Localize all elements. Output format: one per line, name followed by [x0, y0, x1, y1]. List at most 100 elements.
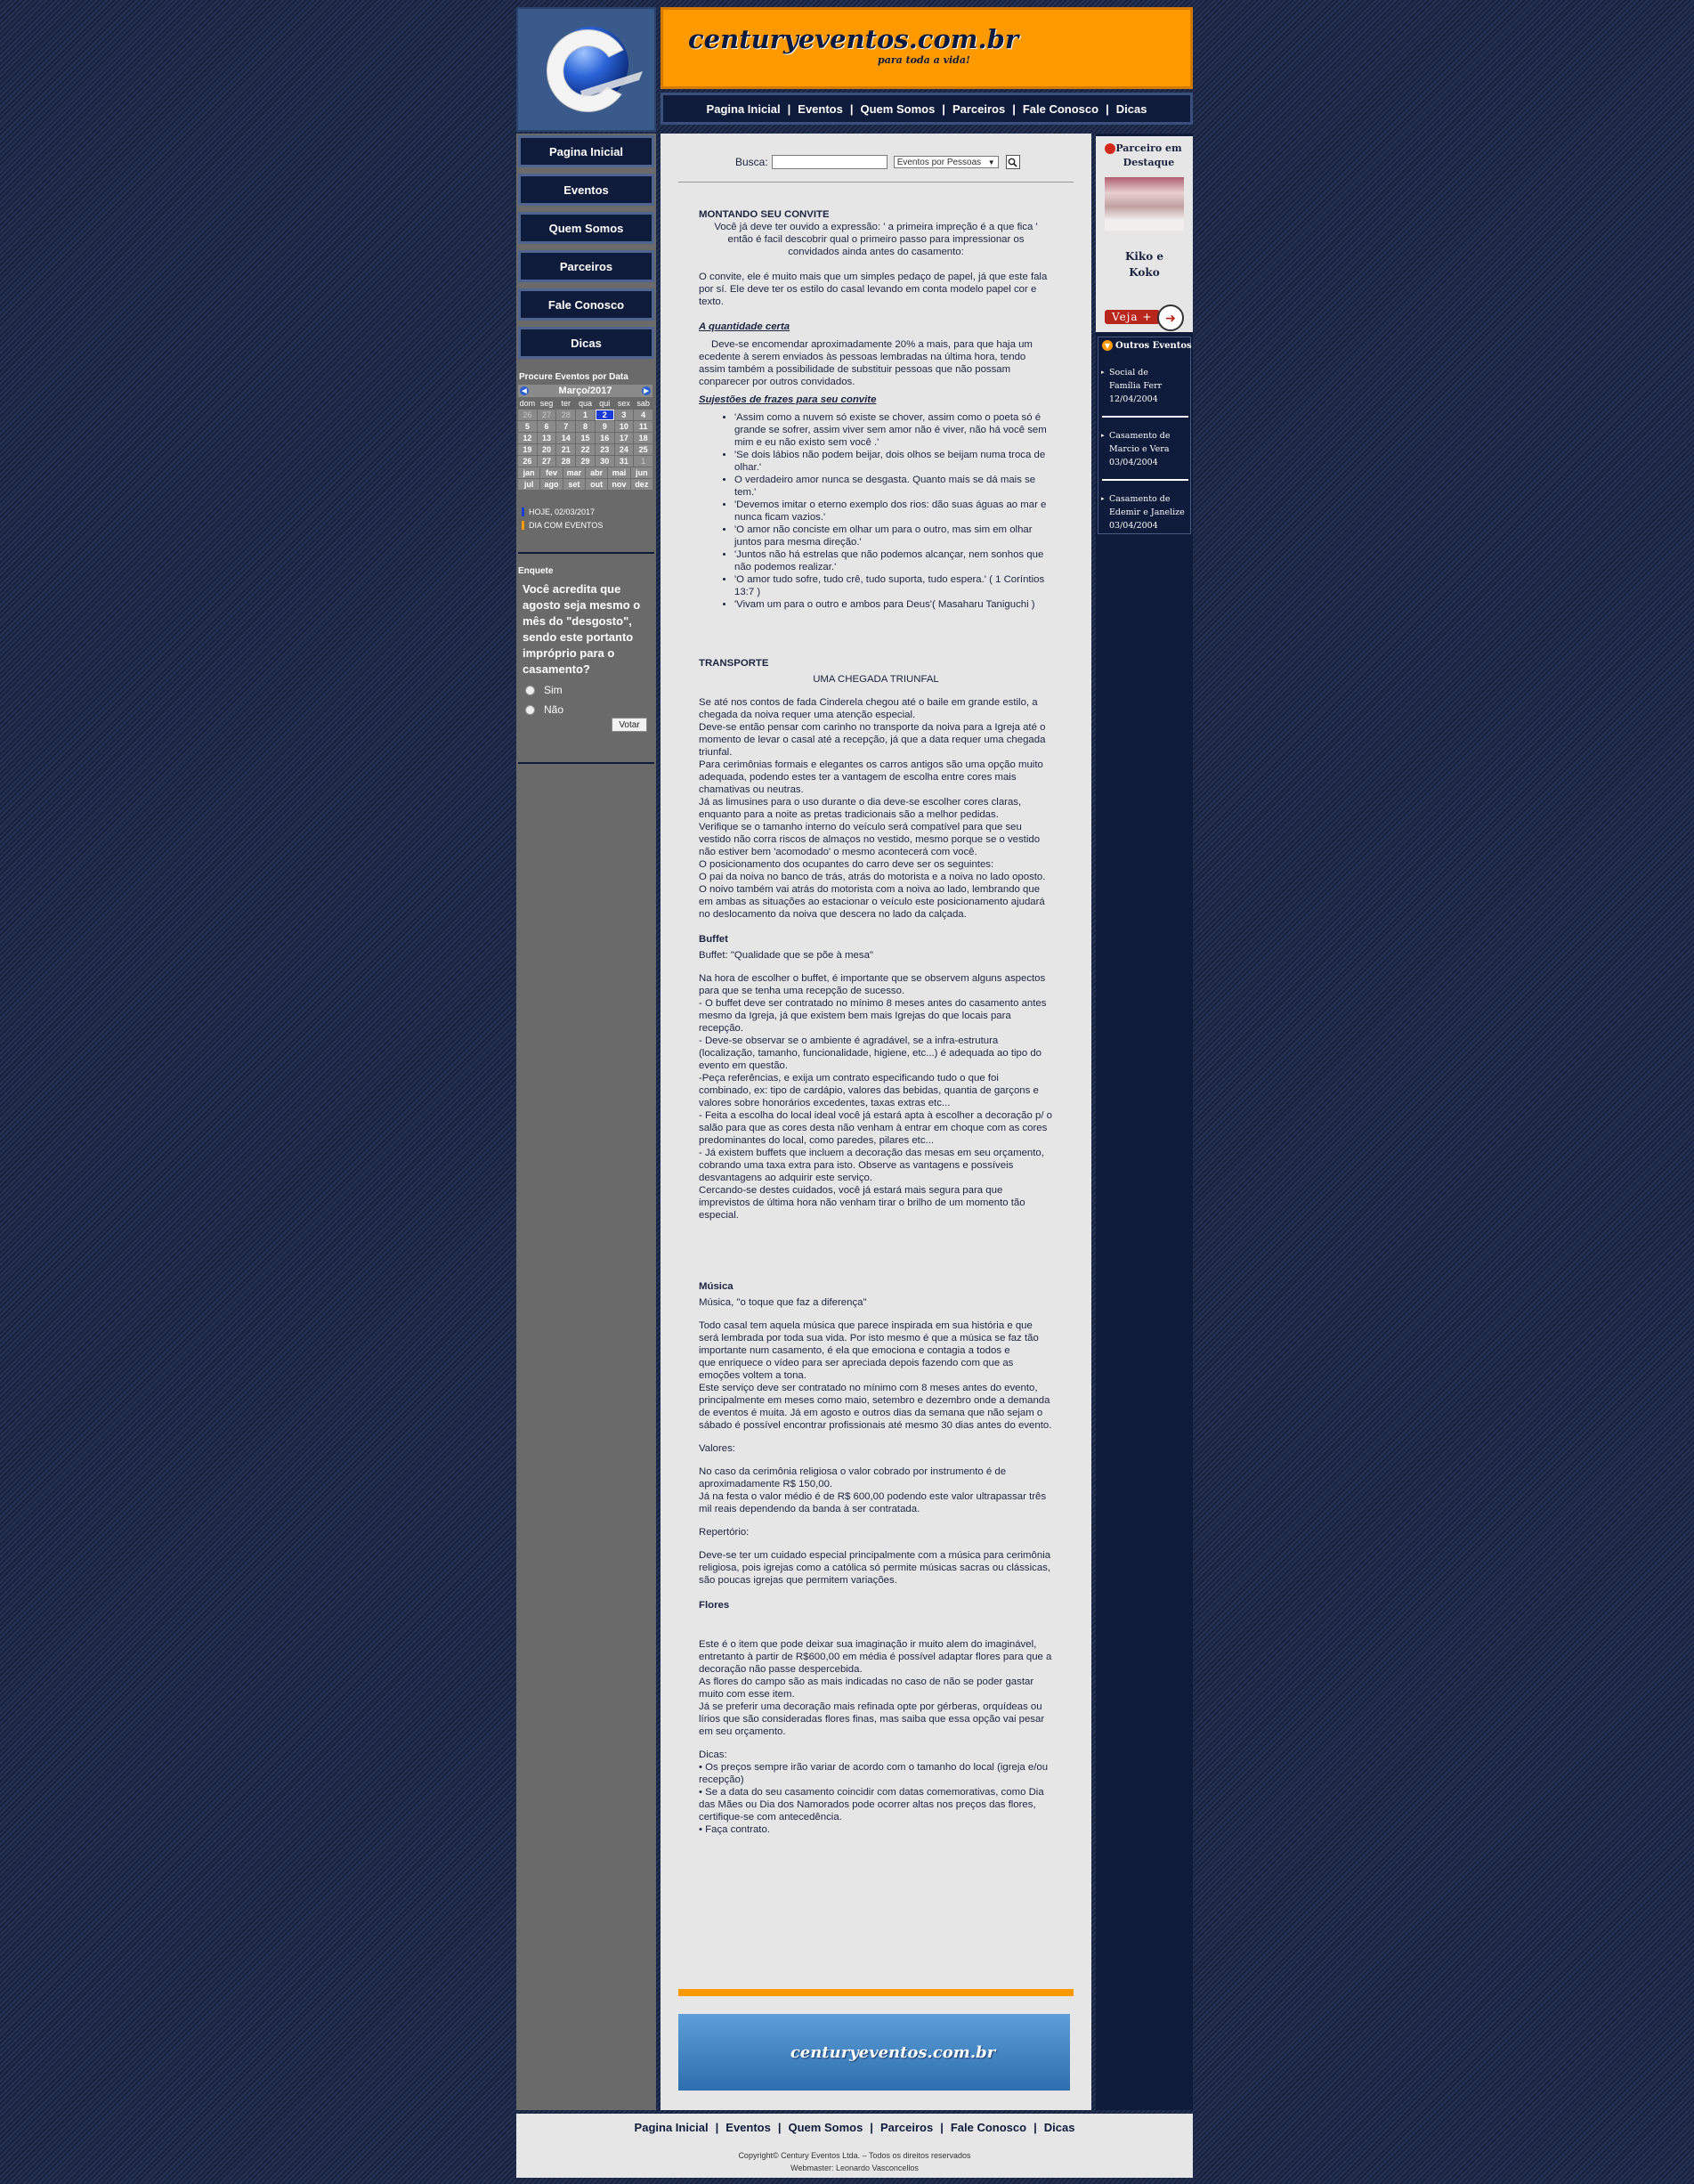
top-nav-fale-conosco[interactable]: Fale Conosco — [1023, 102, 1098, 116]
calendar-day[interactable]: 17 — [614, 433, 634, 443]
calendar-day[interactable]: 14 — [556, 433, 576, 443]
calendar-day[interactable]: 27 — [537, 456, 556, 467]
footer-nav-fale-conosco[interactable]: Fale Conosco — [951, 2121, 1026, 2134]
nav-separator: | — [777, 2121, 782, 2134]
footer-banner[interactable]: centuryeventos.com.br — [678, 2014, 1070, 2091]
next-month-icon[interactable]: ▶ — [642, 386, 651, 395]
calendar-day[interactable]: 21 — [556, 444, 576, 455]
calendar-day[interactable]: 26 — [518, 410, 537, 420]
calendar-day[interactable]: 25 — [634, 444, 652, 455]
side-nav-fale-conosco[interactable]: Fale Conosco — [518, 288, 654, 321]
calendar-month-link[interactable]: jun — [630, 467, 652, 478]
poll-option-nao[interactable]: Não — [525, 703, 563, 716]
search-input[interactable] — [771, 155, 888, 169]
footer-nav-eventos[interactable]: Eventos — [725, 2121, 771, 2134]
calendar-day[interactable]: 7 — [556, 421, 576, 432]
calendar-month-link[interactable]: out — [586, 479, 608, 490]
calendar-day[interactable]: 19 — [518, 444, 537, 455]
calendar-month-link[interactable]: ago — [540, 479, 563, 490]
calendar-day[interactable]: 30 — [595, 456, 614, 467]
partner-name: Kiko e Koko — [1096, 248, 1193, 280]
calendar-day[interactable]: 8 — [576, 421, 595, 432]
calendar-month-link[interactable]: mar — [563, 467, 585, 478]
calendar-day[interactable]: 28 — [556, 456, 576, 467]
footer-nav-quem-somos[interactable]: Quem Somos — [789, 2121, 863, 2134]
calendar-day[interactable]: 11 — [634, 421, 652, 432]
poll-option-label: Sim — [544, 684, 563, 696]
paragraph: - Feita a escolha do local ideal você já… — [699, 1110, 1053, 1146]
calendar-day[interactable]: 5 — [518, 421, 537, 432]
partner-photo[interactable] — [1105, 177, 1184, 231]
other-event-item[interactable]: Social de Família Ferr 12/04/2004 — [1101, 366, 1189, 406]
arrow-right-icon[interactable]: ➜ — [1157, 304, 1184, 331]
footer-nav-dicas[interactable]: Dicas — [1044, 2121, 1075, 2134]
footer-nav-pagina-inicial[interactable]: Pagina Inicial — [635, 2121, 709, 2134]
side-nav-parceiros[interactable]: Parceiros — [518, 250, 654, 282]
top-nav-eventos[interactable]: Eventos — [798, 102, 843, 116]
top-nav-quem-somos[interactable]: Quem Somos — [861, 102, 936, 116]
calendar-month-link[interactable]: mai — [608, 467, 630, 478]
calendar-day[interactable]: 20 — [537, 444, 556, 455]
calendar-header: ◀ Março/2017 ▶ — [518, 385, 652, 397]
calendar-day[interactable]: 26 — [518, 456, 537, 467]
calendar-month-link[interactable]: jul — [518, 479, 540, 490]
top-nav-dicas[interactable]: Dicas — [1116, 102, 1147, 116]
calendar-day[interactable]: 29 — [576, 456, 595, 467]
calendar-day[interactable]: 15 — [576, 433, 595, 443]
calendar-day[interactable]: 27 — [537, 410, 556, 420]
calendar-day[interactable]: 6 — [537, 421, 556, 432]
side-nav-eventos[interactable]: Eventos — [518, 174, 654, 206]
calendar-day[interactable]: 1 — [576, 410, 595, 420]
event-name: Casamento de — [1109, 494, 1171, 504]
search-button[interactable] — [1005, 155, 1020, 169]
calendar-day[interactable]: 28 — [556, 410, 576, 420]
calendar-day[interactable]: 10 — [614, 421, 634, 432]
calendar-day[interactable]: 4 — [634, 410, 652, 420]
calendar-day[interactable]: 3 — [614, 410, 634, 420]
nav-separator: | — [942, 101, 945, 116]
calendar-month-link[interactable]: abr — [586, 467, 608, 478]
calendar-day[interactable]: 31 — [614, 456, 634, 467]
veja-mais-button[interactable]: Veja + — [1105, 310, 1160, 324]
calendar-month-link[interactable]: set — [563, 479, 585, 490]
site-logo[interactable] — [516, 7, 656, 132]
calendar-weekday: sex — [614, 398, 634, 409]
top-nav-pagina-inicial[interactable]: Pagina Inicial — [707, 102, 781, 116]
calendar-month-link[interactable]: dez — [630, 479, 652, 490]
calendar-day-today[interactable]: 2 — [595, 410, 614, 420]
paragraph: Este serviço deve ser contratado no míni… — [699, 1383, 1052, 1431]
nav-separator: | — [787, 101, 791, 116]
calendar-day[interactable]: 9 — [595, 421, 614, 432]
paragraph: Se até nos contos de fada Cinderela cheg… — [699, 697, 1038, 720]
side-nav-quem-somos[interactable]: Quem Somos — [518, 212, 654, 244]
calendar-day[interactable]: 13 — [537, 433, 556, 443]
other-event-item[interactable]: Casamento de Edemir e Janelize 03/04/200… — [1101, 492, 1189, 532]
calendar-day[interactable]: 16 — [595, 433, 614, 443]
poll-option-sim[interactable]: Sim — [525, 684, 563, 696]
calendar-month-link[interactable]: nov — [608, 479, 630, 490]
top-nav-parceiros[interactable]: Parceiros — [952, 102, 1005, 116]
calendar-month-link[interactable]: jan — [518, 467, 540, 478]
search-type-select[interactable]: Eventos por Pessoas ▼ — [893, 156, 999, 168]
other-event-item[interactable]: Casamento de Marcio e Vera 03/04/2004 — [1101, 429, 1189, 469]
calendar-day[interactable]: 24 — [614, 444, 634, 455]
radio-button[interactable] — [525, 704, 535, 715]
paragraph: Deve-se ter um cuidado especial principa… — [699, 1550, 1051, 1586]
calendar-day[interactable]: 22 — [576, 444, 595, 455]
calendar-grid: dom seg ter qua qui sex sab 26 27 28 1 2 3 4 5 6 7 8 9 10 11… — [518, 398, 652, 467]
calendar-day[interactable]: 23 — [595, 444, 614, 455]
side-nav-pagina-inicial[interactable]: Pagina Inicial — [518, 135, 654, 167]
footer-nav-parceiros[interactable]: Parceiros — [880, 2121, 933, 2134]
prev-month-icon[interactable]: ◀ — [520, 386, 529, 395]
poll-question: Você acredita que agosto seja mesmo o mê… — [523, 582, 641, 676]
calendar-day[interactable]: 12 — [518, 433, 537, 443]
side-nav-dicas[interactable]: Dicas — [518, 327, 654, 359]
calendar-day[interactable]: 1 — [634, 456, 652, 467]
footer-banner-text: centuryeventos.com.br — [790, 2042, 996, 2062]
vote-button[interactable]: Votar — [612, 718, 647, 732]
radio-button[interactable] — [525, 685, 535, 695]
section-subtitle: UMA CHEGADA TRIUNFAL — [813, 674, 939, 685]
calendar-day[interactable]: 18 — [634, 433, 652, 443]
calendar-month-link[interactable]: fev — [540, 467, 563, 478]
paragraph: Já na festa o valor médio é de R$ 600,00… — [699, 1491, 1047, 1514]
